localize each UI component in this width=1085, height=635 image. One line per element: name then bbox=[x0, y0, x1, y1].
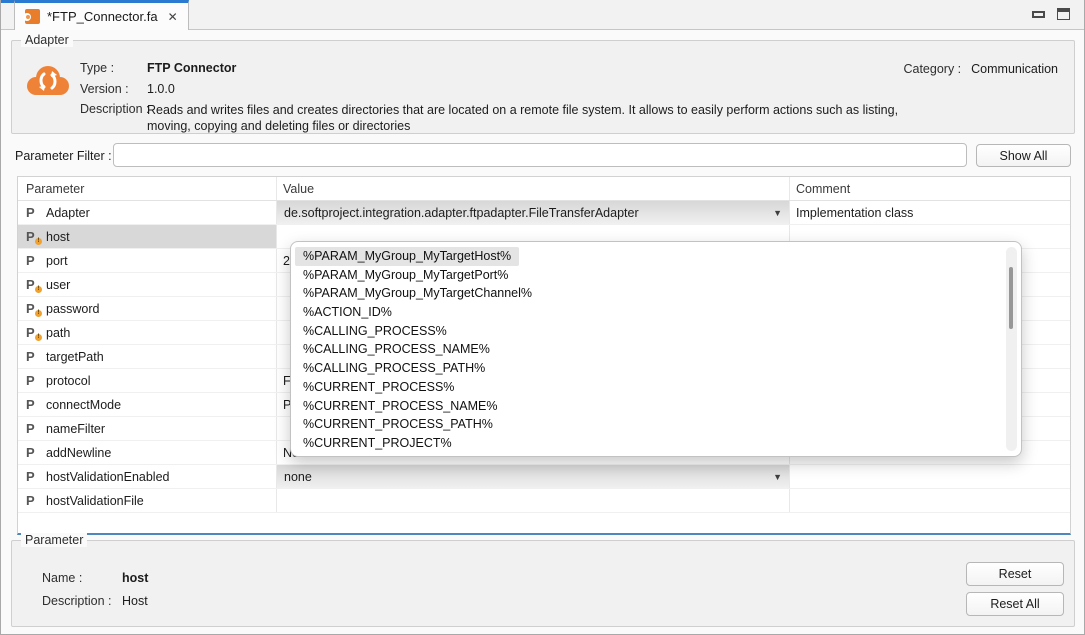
reset-button[interactable]: Reset bbox=[966, 562, 1064, 586]
popup-item[interactable]: %CALLING_PROCESS_PATH% bbox=[295, 359, 1001, 378]
category-value: Communication bbox=[971, 62, 1058, 76]
parameter-icon: P bbox=[26, 421, 40, 436]
description-value: Reads and writes files and creates direc… bbox=[147, 102, 915, 134]
popup-scrollbar[interactable] bbox=[1006, 247, 1017, 451]
show-all-button[interactable]: Show All bbox=[976, 144, 1071, 167]
detail-name-label: Name : bbox=[42, 571, 82, 585]
parameter-icon: P bbox=[26, 445, 40, 460]
type-label: Type : bbox=[80, 61, 114, 75]
popup-item[interactable]: %CURRENT_PROCESS_NAME% bbox=[295, 397, 1001, 416]
popup-item[interactable]: %CALLING_PROCESS_NAME% bbox=[295, 340, 1001, 359]
popup-item[interactable]: %PARAM_MyGroup_MyTargetPort% bbox=[295, 266, 1001, 285]
column-header-parameter: Parameter bbox=[18, 177, 277, 200]
parameter-warning-icon: P! bbox=[26, 229, 40, 244]
version-value: 1.0.0 bbox=[147, 82, 175, 96]
popup-item[interactable]: %CURRENT_PROCESS_PATH% bbox=[295, 415, 1001, 434]
popup-item[interactable]: %CURRENT_PROJECT% bbox=[295, 434, 1001, 453]
tab-title: *FTP_Connector.fa bbox=[47, 9, 158, 24]
parameter-warning-icon: P! bbox=[26, 325, 40, 340]
adapter-group-label: Adapter bbox=[21, 33, 73, 47]
parameter-icon: P bbox=[26, 253, 40, 268]
warning-badge-icon: ! bbox=[35, 238, 42, 245]
table-row-adapter[interactable]: PAdapter de.softproject.integration.adap… bbox=[18, 201, 1070, 225]
parameter-icon: P bbox=[26, 373, 40, 388]
parameter-icon: P bbox=[26, 349, 40, 364]
minimize-icon[interactable] bbox=[1032, 11, 1045, 18]
dropdown-arrow-icon[interactable]: ▼ bbox=[773, 472, 782, 482]
column-header-value: Value bbox=[277, 177, 790, 200]
column-header-comment: Comment bbox=[790, 177, 1070, 200]
parameter-icon: P bbox=[26, 397, 40, 412]
detail-name-value: host bbox=[122, 571, 148, 585]
table-row-hostvalidationfile[interactable]: PhostValidationFile bbox=[18, 489, 1070, 513]
popup-item[interactable]: %PARAM_MyGroup_MyTargetHost% bbox=[295, 247, 519, 266]
description-label: Description : bbox=[80, 102, 149, 116]
adapter-cloud-icon bbox=[24, 63, 72, 99]
ftp-connector-editor: *FTP_Connector.fa ✕ Adapter Type : FTP C… bbox=[0, 0, 1085, 635]
parameter-icon: P bbox=[26, 205, 40, 220]
popup-item[interactable]: %CALLING_PROCESS% bbox=[295, 322, 1001, 341]
tab-ftp-connector[interactable]: *FTP_Connector.fa ✕ bbox=[14, 0, 189, 30]
host-validation-combobox[interactable]: none▼ bbox=[277, 465, 789, 488]
popup-item[interactable]: %ACTION_ID% bbox=[295, 303, 1001, 322]
parameter-warning-icon: P! bbox=[26, 301, 40, 316]
editor-tab-bar: *FTP_Connector.fa ✕ bbox=[1, 0, 1084, 30]
table-header-row: Parameter Value Comment bbox=[18, 177, 1070, 201]
adapter-group: Adapter Type : FTP Connector Version : 1… bbox=[11, 40, 1075, 134]
category-label: Category : bbox=[903, 62, 961, 76]
version-label: Version : bbox=[80, 82, 129, 96]
popup-item[interactable]: %PARAM_MyGroup_MyTargetChannel% bbox=[295, 284, 1001, 303]
warning-badge-icon: ! bbox=[35, 286, 42, 293]
adapter-file-icon bbox=[25, 9, 40, 24]
warning-badge-icon: ! bbox=[35, 310, 42, 317]
maximize-icon[interactable] bbox=[1057, 8, 1070, 20]
dropdown-arrow-icon[interactable]: ▼ bbox=[773, 208, 782, 218]
reset-all-button[interactable]: Reset All bbox=[966, 592, 1064, 616]
table-row-hostvalidationenabled[interactable]: PhostValidationEnabled none▼ bbox=[18, 465, 1070, 489]
popup-item[interactable]: %CURRENT_PROCESS% bbox=[295, 378, 1001, 397]
close-icon[interactable]: ✕ bbox=[168, 10, 178, 24]
value-suggestion-popup: %PARAM_MyGroup_MyTargetHost% %PARAM_MyGr… bbox=[290, 241, 1022, 457]
type-value: FTP Connector bbox=[147, 61, 236, 75]
parameter-warning-icon: P! bbox=[26, 277, 40, 292]
parameter-icon: P bbox=[26, 469, 40, 484]
adapter-class-combobox[interactable]: de.softproject.integration.adapter.ftpad… bbox=[277, 201, 789, 224]
parameter-filter-label: Parameter Filter : bbox=[15, 149, 112, 163]
detail-description-value: Host bbox=[122, 594, 148, 608]
parameter-icon: P bbox=[26, 493, 40, 508]
warning-badge-icon: ! bbox=[35, 334, 42, 341]
popup-scrollbar-thumb[interactable] bbox=[1009, 267, 1013, 329]
detail-description-label: Description : bbox=[42, 594, 111, 608]
parameter-detail-group-label: Parameter bbox=[21, 533, 87, 547]
parameter-filter-input[interactable] bbox=[113, 143, 967, 167]
parameter-detail-group: Parameter Name : host Description : Host… bbox=[11, 540, 1075, 627]
